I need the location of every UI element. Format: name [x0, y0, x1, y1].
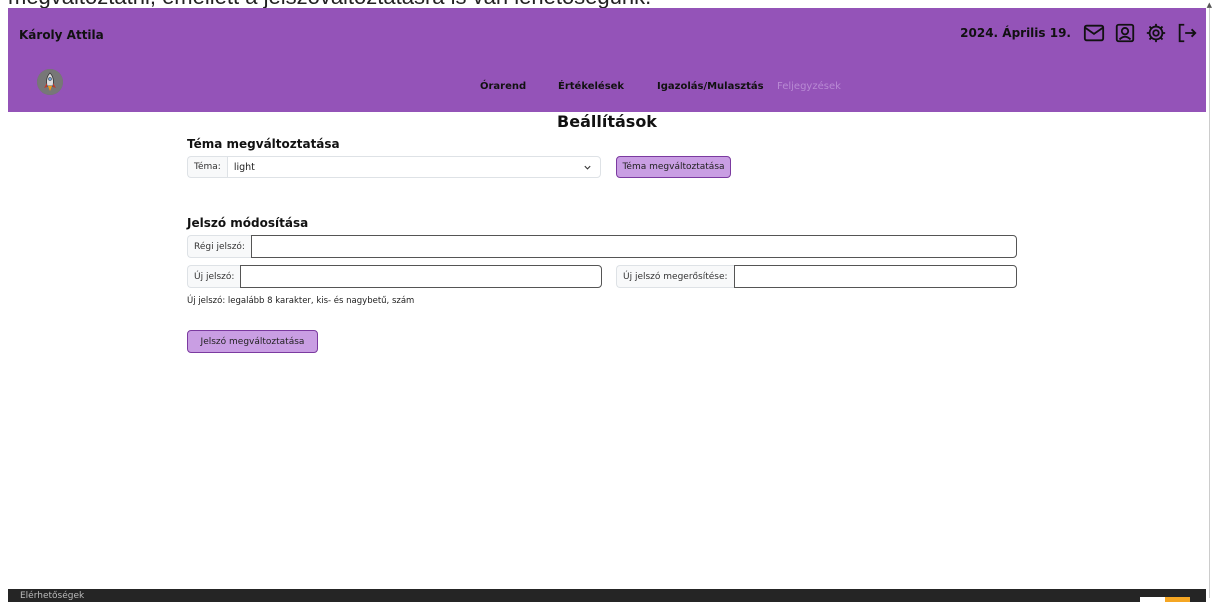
rocket-icon: [37, 69, 63, 95]
current-date: 2024. Április 19.: [960, 26, 1071, 40]
footer-badge: [1140, 597, 1190, 602]
confirm-password-label: Új jelszó megerősítése:: [616, 265, 734, 288]
mail-icon[interactable]: [1083, 22, 1105, 44]
footer-contact-link[interactable]: Elérhetőségek: [20, 591, 84, 601]
settings-icon[interactable]: [1145, 22, 1167, 44]
theme-select[interactable]: light: [226, 156, 601, 178]
change-theme-button[interactable]: Téma megváltoztatása: [616, 156, 731, 178]
nav-item-igazolas[interactable]: Igazolás/Mulasztás: [657, 81, 764, 92]
theme-selected-value: light: [233, 161, 255, 173]
nav-item-feljegyzesek: Feljegyzések: [777, 81, 841, 92]
theme-label: Téma:: [187, 156, 227, 178]
top-header: Károly Attila 2024. Április 19. Órarend …: [8, 8, 1206, 112]
page-title: Beállítások: [557, 112, 657, 131]
old-password-label: Régi jelszó:: [187, 235, 251, 258]
new-password-group: Új jelszó:: [187, 265, 602, 288]
old-password-group: Régi jelszó:: [187, 235, 1017, 258]
change-password-button[interactable]: Jelszó megváltoztatása: [187, 330, 318, 353]
new-password-field[interactable]: [240, 265, 602, 288]
theme-select-group: Téma: light: [187, 156, 601, 178]
new-password-label: Új jelszó:: [187, 265, 241, 288]
footer: Elérhetőségek: [8, 589, 1206, 602]
confirm-password-field[interactable]: [733, 265, 1017, 288]
theme-section-title: Téma megváltoztatása: [187, 137, 340, 151]
avatar[interactable]: [37, 69, 63, 95]
nav-item-orarend[interactable]: Órarend: [480, 81, 526, 92]
header-toolbar: 2024. Április 19.: [960, 22, 1198, 44]
nav-item-ertekelesek[interactable]: Értékelések: [558, 81, 624, 92]
chevron-down-icon: [584, 165, 591, 170]
scrollbar[interactable]: [1209, 8, 1210, 598]
profile-icon[interactable]: [1114, 22, 1136, 44]
old-password-field[interactable]: [250, 235, 1017, 258]
user-name: Károly Attila: [19, 28, 104, 42]
confirm-password-group: Új jelszó megerősítése:: [616, 265, 1017, 288]
logout-icon[interactable]: [1176, 22, 1198, 44]
password-section-title: Jelszó módosítása: [187, 216, 309, 230]
password-hint: Új jelszó: legalább 8 karakter, kis- és …: [187, 296, 415, 306]
